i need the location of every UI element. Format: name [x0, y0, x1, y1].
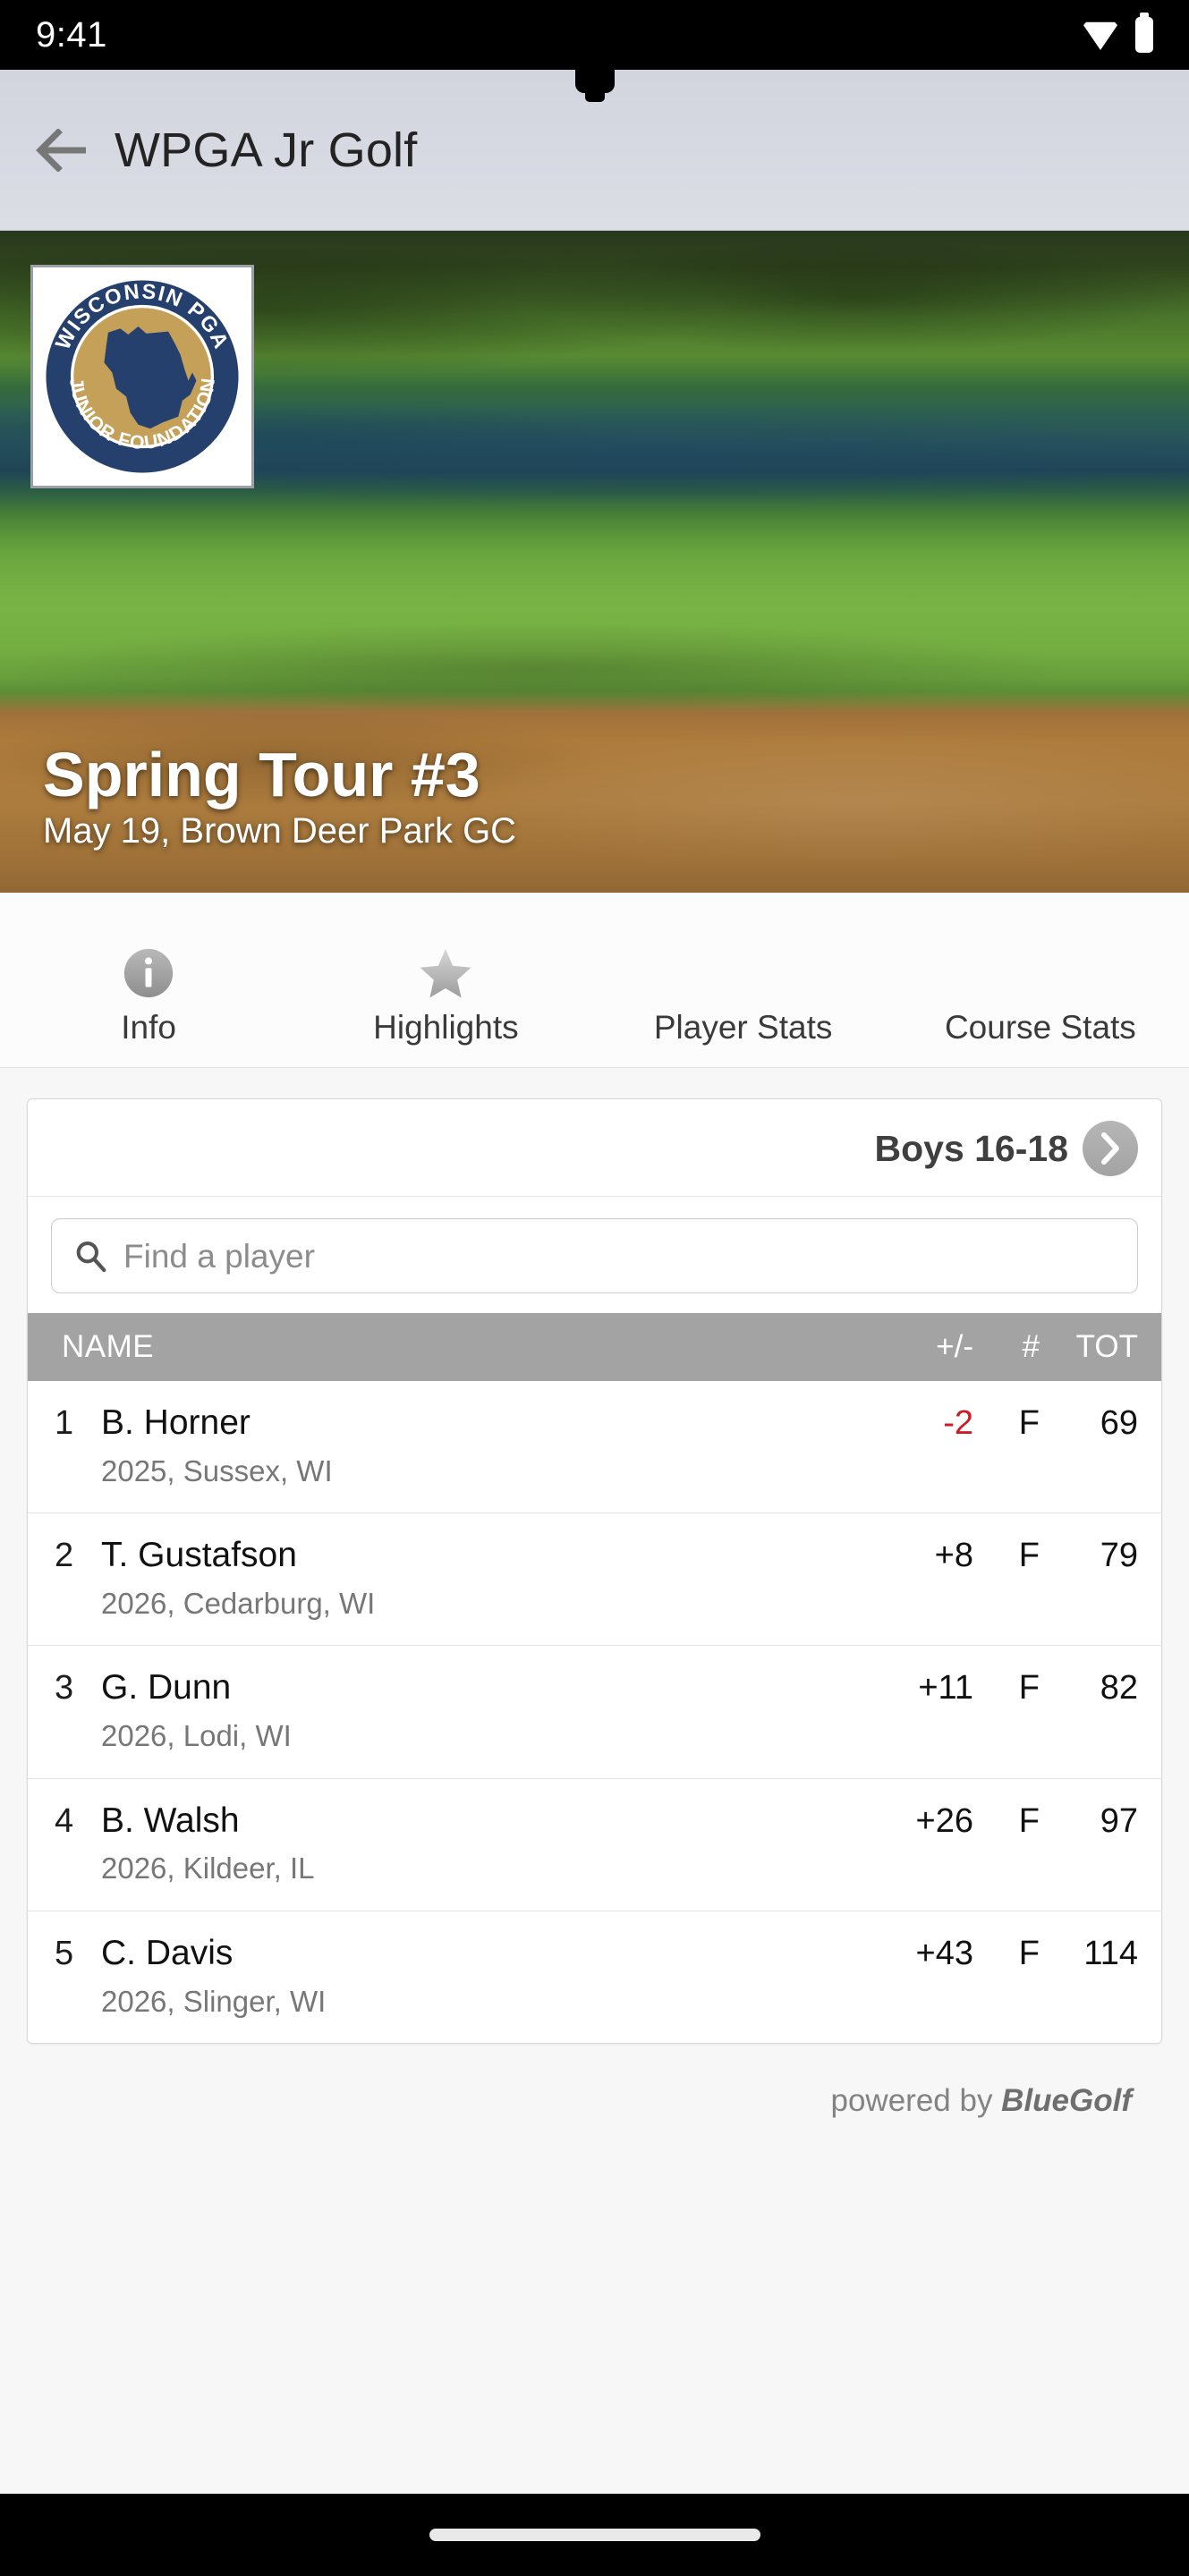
table-row[interactable]: 1 B. Horner 2025, Sussex, WI -2 F 69 [28, 1381, 1161, 1514]
row-thru: F [1018, 1669, 1040, 1707]
battery-icon [1135, 13, 1153, 53]
tab-bar: Info Highlights Player Stats Course Stat… [0, 893, 1189, 1068]
row-player-meta: 2026, Lodi, WI [101, 1719, 292, 1753]
back-button[interactable] [29, 117, 95, 183]
column-header-total: TOT [1075, 1329, 1138, 1364]
row-total: 114 [1083, 1934, 1138, 1972]
page-title: WPGA Jr Golf [115, 123, 418, 177]
gesture-nav-bar [0, 2494, 1189, 2576]
row-player-name: T. Gustafson [101, 1536, 297, 1575]
row-position: 4 [55, 1801, 74, 1840]
row-player: T. Gustafson 2026, Cedarburg, WI [89, 1536, 868, 1621]
row-position: 5 [55, 1934, 74, 1972]
row-thru: F [1018, 1801, 1040, 1840]
status-time: 9:41 [36, 15, 107, 55]
row-player: B. Walsh 2026, Kildeer, IL [89, 1801, 868, 1885]
table-row[interactable]: 5 C. Davis 2026, Slinger, WI +43 F 114 [28, 1911, 1161, 2043]
row-to-par: +11 [918, 1669, 973, 1707]
back-arrow-icon [36, 128, 86, 172]
column-header-to-par: +/- [936, 1329, 973, 1364]
tab-info[interactable]: Info [0, 893, 297, 1067]
event-title: Spring Tour #3 [43, 739, 480, 809]
tab-highlights-label: Highlights [373, 1009, 519, 1046]
row-total: 69 [1100, 1404, 1138, 1442]
powered-by: powered by BlueGolf [27, 2044, 1162, 2119]
table-row[interactable]: 3 G. Dunn 2026, Lodi, WI +11 F 82 [28, 1646, 1161, 1779]
row-player-meta: 2026, Kildeer, IL [101, 1852, 315, 1885]
main-content: Boys 16-18 Find a player NAME +/- # TOT … [0, 1068, 1189, 2119]
row-player-meta: 2026, Slinger, WI [101, 1984, 327, 2018]
tab-course-stats-label: Course Stats [944, 1009, 1136, 1046]
row-player-name: C. Davis [101, 1933, 234, 1972]
division-header[interactable]: Boys 16-18 [28, 1099, 1161, 1197]
next-division-button[interactable] [1083, 1121, 1138, 1176]
tab-info-label: Info [121, 1009, 176, 1046]
table-row[interactable]: 4 B. Walsh 2026, Kildeer, IL +26 F 97 [28, 1778, 1161, 1911]
search-input[interactable]: Find a player [51, 1218, 1138, 1293]
powered-by-prefix: powered by [830, 2082, 1002, 2118]
row-position: 1 [55, 1404, 74, 1442]
wisconsin-pga-junior-foundation-logo-icon: WISCONSIN PGA JUNIOR FOUNDATION [46, 279, 239, 473]
leaderboard-card: Boys 16-18 Find a player NAME +/- # TOT … [27, 1098, 1162, 2044]
search-area: Find a player [28, 1197, 1161, 1313]
chevron-right-icon [1101, 1132, 1119, 1165]
row-to-par: +8 [934, 1537, 973, 1575]
column-header-name: NAME [62, 1329, 155, 1364]
phone-screen: 9:41 WPGA Jr Golf WISCONSIN PGA JUNIOR F… [0, 0, 1189, 2576]
table-row[interactable]: 2 T. Gustafson 2026, Cedarburg, WI +8 F … [28, 1513, 1161, 1647]
tab-course-stats[interactable]: Course Stats [892, 893, 1189, 1067]
row-player-meta: 2026, Cedarburg, WI [101, 1587, 376, 1621]
search-icon [76, 1241, 106, 1273]
row-to-par: +43 [915, 1934, 973, 1972]
tab-highlights[interactable]: Highlights [297, 893, 594, 1067]
organization-logo: WISCONSIN PGA JUNIOR FOUNDATION [30, 265, 254, 488]
wifi-icon [1083, 21, 1117, 50]
status-icons [1083, 13, 1153, 53]
division-label: Boys 16-18 [874, 1127, 1068, 1169]
status-bar: 9:41 [0, 0, 1189, 70]
hero-text: Spring Tour #3 May 19, Brown Deer Park G… [43, 739, 517, 851]
hero-banner: WISCONSIN PGA JUNIOR FOUNDATION Spring T… [0, 231, 1189, 893]
camera-notch [574, 70, 615, 93]
row-total: 79 [1100, 1537, 1138, 1575]
row-position: 2 [55, 1537, 74, 1575]
row-total: 97 [1100, 1801, 1138, 1840]
leaderboard-table-header: NAME +/- # TOT [28, 1313, 1161, 1381]
row-player: C. Davis 2026, Slinger, WI [89, 1933, 868, 2018]
info-circle-icon [121, 936, 176, 1011]
row-player-name: B. Horner [101, 1403, 251, 1442]
row-player: G. Dunn 2026, Lodi, WI [89, 1668, 868, 1753]
row-thru: F [1018, 1934, 1040, 1972]
search-placeholder: Find a player [123, 1237, 315, 1275]
bluegolf-brand: BlueGolf [1001, 2082, 1132, 2118]
column-header-thru: # [1022, 1329, 1040, 1364]
row-position: 3 [55, 1669, 74, 1707]
row-thru: F [1018, 1537, 1040, 1575]
row-player: B. Horner 2025, Sussex, WI [89, 1403, 868, 1487]
row-thru: F [1018, 1404, 1040, 1442]
star-icon [418, 936, 473, 1011]
tab-player-stats-label: Player Stats [653, 1009, 833, 1046]
row-player-name: B. Walsh [101, 1801, 240, 1840]
tab-player-stats[interactable]: Player Stats [595, 893, 892, 1067]
row-player-meta: 2025, Sussex, WI [101, 1453, 333, 1487]
home-indicator[interactable] [429, 2529, 760, 2541]
row-player-name: G. Dunn [101, 1668, 232, 1707]
row-to-par: -2 [943, 1404, 973, 1442]
row-total: 82 [1100, 1669, 1138, 1707]
row-to-par: +26 [915, 1801, 973, 1840]
event-subtitle: May 19, Brown Deer Park GC [43, 811, 517, 851]
